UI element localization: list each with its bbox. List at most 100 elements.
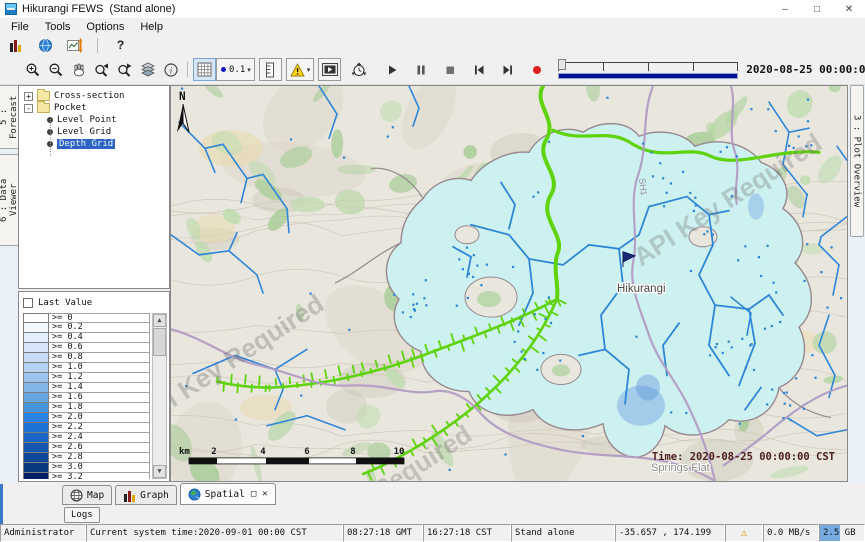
window-controls: – □ ✕	[769, 0, 865, 18]
legend-row: >= 3.2	[23, 473, 150, 479]
scroll-down-icon[interactable]: ▼	[153, 465, 166, 478]
svg-text:N: N	[179, 90, 186, 103]
wireframe-globe-icon	[70, 489, 83, 502]
legend-row: >= 0	[23, 313, 150, 323]
filter-tree: + Cross-section - Pocket Level Point Lev…	[18, 85, 170, 289]
spatial-globe-icon	[188, 488, 201, 501]
status-warning[interactable]: ⚠	[725, 524, 763, 542]
map-view[interactable]: API Key Required API Key Required API Ke…	[170, 85, 848, 482]
status-mode: Stand alone	[511, 524, 615, 542]
map-canvas[interactable]: API Key Required API Key Required API Ke…	[171, 86, 847, 481]
legend-threshold-label: >= 2.8	[49, 453, 150, 463]
tree-item-level-grid[interactable]: Level Grid	[19, 126, 169, 138]
legend-threshold-label: >= 2.0	[49, 413, 150, 423]
time-slider-track[interactable]	[558, 62, 738, 71]
tab-graph[interactable]: Graph	[115, 485, 177, 505]
pan-button[interactable]	[67, 58, 90, 81]
legend-scrollbar[interactable]: ▲ ▼	[152, 313, 167, 479]
play-button[interactable]	[380, 58, 403, 81]
tab-spatial[interactable]: Spatial □ ✕	[180, 483, 276, 505]
threshold-dropdown[interactable]: 0.1 ▾	[216, 58, 255, 81]
svg-text:6: 6	[304, 447, 309, 457]
legend-row: >= 3.0	[23, 463, 150, 473]
timeseries-dialog-button[interactable]	[63, 34, 86, 57]
tab-map-label: Map	[87, 490, 104, 501]
tab-maximize-icon[interactable]: □	[251, 489, 256, 499]
explorer-button[interactable]	[5, 34, 28, 57]
skip-to-end-button[interactable]	[496, 58, 519, 81]
menu-tools[interactable]: Tools	[37, 21, 79, 33]
scrollbar-thumb[interactable]	[153, 328, 166, 356]
legend-color-swatch	[23, 473, 49, 479]
legend-row: >= 2.6	[23, 443, 150, 453]
legend-threshold-label: >= 2.4	[49, 433, 150, 443]
menu-help[interactable]: Help	[132, 21, 171, 33]
zoom-in-button[interactable]	[21, 58, 44, 81]
svg-text:8: 8	[350, 447, 355, 457]
tab-logs[interactable]: Logs	[64, 507, 100, 523]
tree-item-label[interactable]: Pocket	[54, 103, 87, 113]
help-button[interactable]: ?	[109, 34, 132, 57]
legend-row: >= 2.2	[23, 423, 150, 433]
animation-settings-button[interactable]	[347, 58, 370, 81]
zoom-next-button[interactable]	[113, 58, 136, 81]
layers-icon	[140, 62, 156, 78]
movie-export-button[interactable]	[318, 58, 341, 81]
memory-value: 2.5 GB	[823, 528, 856, 538]
time-slider[interactable]	[558, 59, 738, 81]
legend-row: >= 2.4	[23, 433, 150, 443]
skip-to-start-button[interactable]	[467, 58, 490, 81]
status-network: 0.0 MB/s	[763, 524, 819, 542]
zoom-out-button[interactable]	[44, 58, 67, 81]
record-button[interactable]	[525, 58, 548, 81]
tree-item-label[interactable]: Level Point	[57, 115, 117, 125]
legend-threshold-label: >= 1.0	[49, 363, 150, 373]
layers-button[interactable]	[136, 58, 159, 81]
tree-item-label[interactable]: Cross-section	[54, 91, 124, 101]
zoom-previous-button[interactable]	[90, 58, 113, 81]
info-button[interactable]: i	[159, 58, 182, 81]
time-slider-handle[interactable]	[558, 59, 566, 70]
tree-expander-icon[interactable]: -	[24, 104, 33, 113]
legend-color-swatch	[23, 443, 49, 453]
warning-dropdown[interactable]: ▾	[286, 58, 315, 81]
town-label: Hikurangi	[617, 283, 666, 295]
zoom-next-icon	[117, 62, 133, 78]
legend-color-swatch	[23, 413, 49, 423]
minimize-button[interactable]: –	[769, 0, 801, 18]
svg-text:4: 4	[260, 447, 266, 457]
tab-map[interactable]: Map	[62, 485, 112, 505]
tree-connector-line	[50, 119, 51, 156]
folder-icon	[37, 91, 50, 101]
pause-icon	[414, 63, 428, 77]
legend-color-swatch	[23, 423, 49, 433]
tree-item-level-point[interactable]: Level Point	[19, 114, 169, 126]
legend-row: >= 0.4	[23, 333, 150, 343]
tab-close-icon[interactable]: ✕	[262, 489, 267, 499]
grid-display-button[interactable]	[193, 58, 216, 81]
tree-item-label-selected[interactable]: Depth Grid	[57, 139, 115, 149]
tree-item-label[interactable]: Level Grid	[57, 127, 111, 137]
pause-button[interactable]	[409, 58, 432, 81]
map-display-button[interactable]	[34, 34, 57, 57]
status-bar: Administrator Current system time:2020-0…	[0, 524, 865, 542]
label-toggle-button[interactable]	[259, 58, 282, 81]
menu-options[interactable]: Options	[78, 21, 132, 33]
tab-plot-overview[interactable]: 3 : Plot Overview	[850, 85, 864, 237]
road-label: SH1	[637, 177, 649, 196]
tree-item-pocket[interactable]: - Pocket	[19, 102, 169, 114]
current-datetime-label: 2020-08-25 00:00:00 CST	[746, 63, 865, 76]
scroll-up-icon[interactable]: ▲	[153, 314, 166, 327]
stop-button[interactable]	[438, 58, 461, 81]
legend-row: >= 0.6	[23, 343, 150, 353]
tree-item-depth-grid[interactable]: Depth Grid	[19, 138, 169, 150]
threshold-value: 0.1	[229, 65, 245, 75]
svg-text:10: 10	[394, 447, 405, 457]
last-value-checkbox[interactable]	[23, 298, 33, 308]
close-button[interactable]: ✕	[833, 0, 865, 18]
legend-row: >= 1.0	[23, 363, 150, 373]
maximize-button[interactable]: □	[801, 0, 833, 18]
tree-expander-icon[interactable]: +	[24, 92, 33, 101]
folder-icon	[37, 103, 50, 113]
menu-file[interactable]: File	[3, 21, 37, 33]
